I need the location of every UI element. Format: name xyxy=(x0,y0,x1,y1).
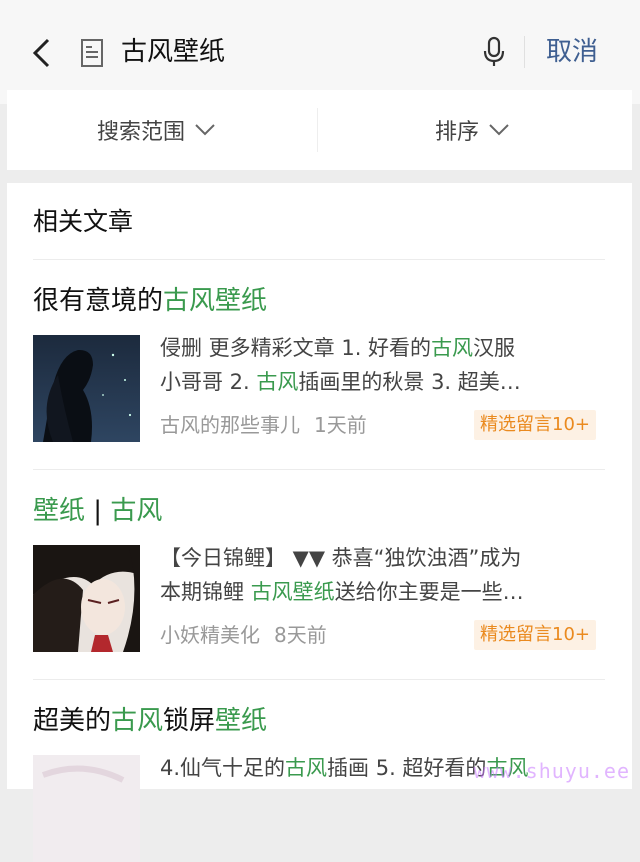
filter-bar: 搜索范围 排序 xyxy=(7,90,632,170)
divider xyxy=(33,469,605,470)
excerpt-highlight: 古风 xyxy=(256,370,299,394)
title-highlight: 古风 xyxy=(110,496,163,526)
excerpt-highlight: 古风 xyxy=(431,336,474,360)
title-highlight: 壁纸 xyxy=(33,496,86,526)
article-meta: 古风的那些事儿 1天前 xyxy=(160,411,367,439)
sort-label: 排序 xyxy=(435,120,480,145)
title-text: 锁屏 xyxy=(163,706,216,736)
document-icon xyxy=(81,39,103,67)
filter-divider xyxy=(317,108,318,152)
microphone-icon[interactable] xyxy=(482,36,506,68)
featured-comments-badge: 精选留言10+ xyxy=(474,410,596,440)
excerpt-highlight: 古风 xyxy=(285,756,328,780)
search-scope-label: 搜索范围 xyxy=(97,120,186,145)
search-header: 古风壁纸 取消 xyxy=(0,0,640,104)
excerpt-text: 本期锦鲤 xyxy=(160,580,251,604)
excerpt-text: 【今日锦鲤】 ▼▼ 恭喜“独饮浊酒”成为 xyxy=(160,546,522,570)
article-title: 超美的古风锁屏壁纸 xyxy=(33,703,267,739)
article-item[interactable]: 壁纸 | 古风 【今日锦鲤】 ▼▼ 恭喜“独饮浊酒”成为 本期锦鲤 古风壁纸送给… xyxy=(7,493,632,679)
article-time: 1天前 xyxy=(314,413,367,437)
title-text: 很有意境的 xyxy=(33,286,164,316)
title-highlight: 古风壁纸 xyxy=(163,286,268,316)
header-divider xyxy=(524,36,525,68)
section-title: 相关文章 xyxy=(33,207,134,236)
excerpt-text: 4.仙气十足的 xyxy=(160,756,286,780)
article-title: 壁纸 | 古风 xyxy=(33,493,162,529)
article-item[interactable]: 很有意境的古风壁纸 侵删 更多精彩文章 1. 好看的古风汉服 小哥哥 2. 古风… xyxy=(7,283,632,469)
title-highlight: 古风 xyxy=(111,706,164,736)
article-meta: 小妖精美化 8天前 xyxy=(160,621,327,649)
watermark: www.shuyu.ee xyxy=(473,759,630,783)
excerpt-text: 送给你主要是一些… xyxy=(334,580,524,604)
title-text: | xyxy=(85,496,111,526)
cancel-button[interactable]: 取消 xyxy=(546,34,598,70)
title-text: 超美的 xyxy=(33,706,112,736)
chevron-down-icon xyxy=(195,124,215,136)
search-scope-dropdown[interactable]: 搜索范围 xyxy=(97,112,215,148)
article-excerpt: 侵删 更多精彩文章 1. 好看的古风汉服 小哥哥 2. 古风插画里的秋景 3. … xyxy=(160,331,610,399)
article-time: 8天前 xyxy=(274,623,327,647)
excerpt-highlight: 古风壁纸 xyxy=(250,580,335,604)
excerpt-text: 插画 5. 超好看的 xyxy=(327,756,487,780)
excerpt-text: 插画里的秋景 3. 超美… xyxy=(298,370,521,394)
chevron-down-icon xyxy=(489,124,509,136)
back-arrow-icon[interactable] xyxy=(30,38,54,68)
excerpt-text: 小哥哥 2. xyxy=(160,370,257,394)
divider xyxy=(33,259,605,260)
article-source[interactable]: 小妖精美化 xyxy=(160,621,260,649)
article-thumbnail xyxy=(33,545,140,652)
excerpt-text: 汉服 xyxy=(473,336,516,360)
excerpt-text: 侵删 更多精彩文章 1. 好看的 xyxy=(160,336,432,360)
article-title: 很有意境的古风壁纸 xyxy=(33,283,267,319)
article-thumbnail xyxy=(33,335,140,442)
sort-dropdown[interactable]: 排序 xyxy=(435,112,509,148)
results-card: 相关文章 很有意境的古风壁纸 侵删 更多精彩文章 1. 好看的古风汉服 小哥哥 … xyxy=(7,183,632,862)
divider xyxy=(33,679,605,680)
article-thumbnail xyxy=(33,755,140,862)
article-excerpt: 【今日锦鲤】 ▼▼ 恭喜“独饮浊酒”成为 本期锦鲤 古风壁纸送给你主要是一些… xyxy=(160,541,610,609)
featured-comments-badge: 精选留言10+ xyxy=(474,620,596,650)
search-input[interactable]: 古风壁纸 xyxy=(121,34,225,70)
article-source[interactable]: 古风的那些事儿 xyxy=(160,411,300,439)
title-highlight: 壁纸 xyxy=(215,706,268,736)
